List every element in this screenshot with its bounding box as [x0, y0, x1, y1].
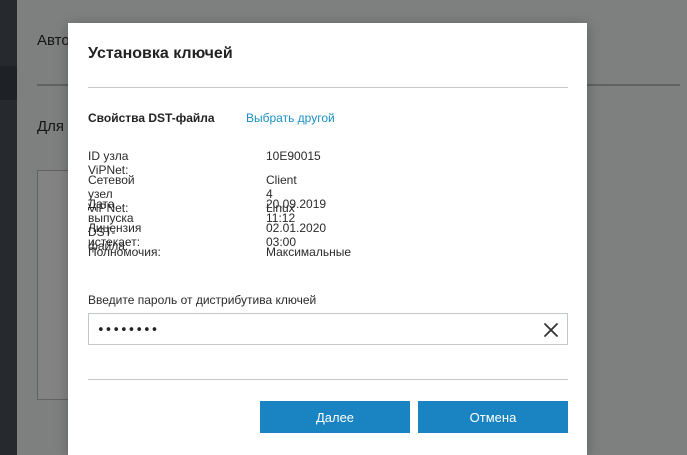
password-label: Введите пароль от дистрибутива ключей — [88, 293, 317, 307]
dialog-divider-top — [88, 87, 568, 88]
dialog-title: Установка ключей — [88, 45, 233, 62]
property-value: 10E90015 — [266, 149, 321, 163]
dialog-divider-bottom — [88, 379, 568, 380]
property-value: Максимальные — [266, 245, 351, 259]
close-icon[interactable] — [543, 322, 559, 338]
password-field[interactable] — [88, 313, 568, 345]
property-label: Полномочия: — [88, 245, 161, 259]
password-input[interactable] — [97, 320, 527, 340]
choose-other-link[interactable]: Выбрать другой — [246, 111, 335, 125]
next-button[interactable]: Далее — [260, 401, 410, 433]
key-install-dialog: Установка ключей Свойства DST-файла Выбр… — [68, 23, 587, 455]
cancel-button[interactable]: Отмена — [418, 401, 568, 433]
dst-properties-title: Свойства DST-файла — [88, 111, 215, 125]
